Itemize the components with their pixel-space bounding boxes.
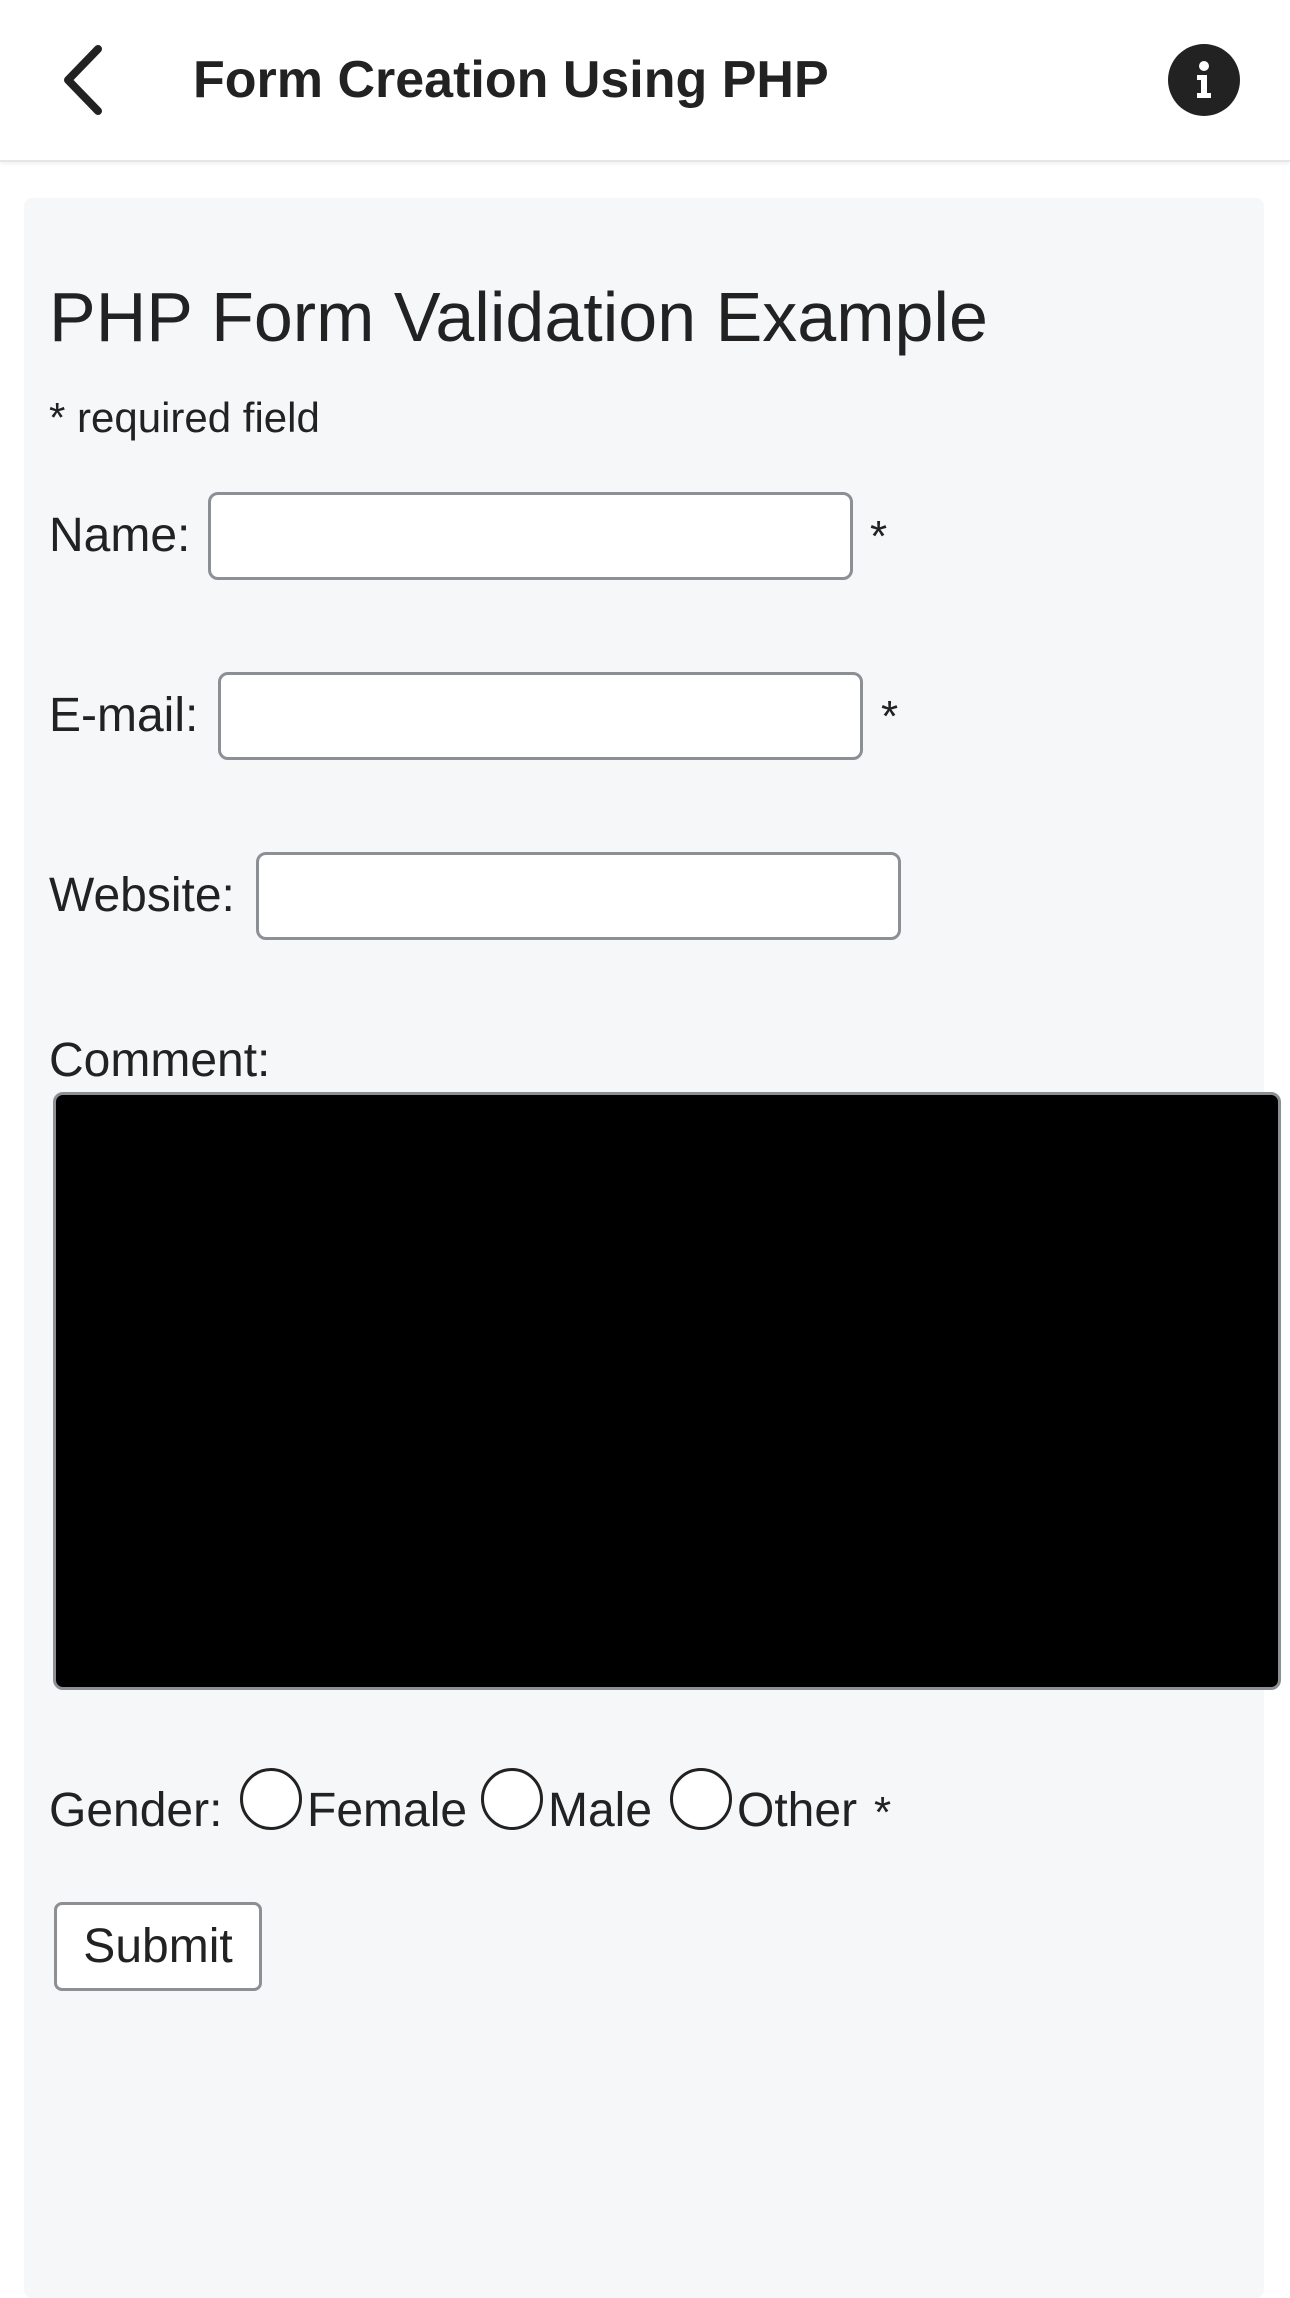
gender-radio-male[interactable] bbox=[481, 1768, 543, 1830]
website-label: Website: bbox=[49, 869, 235, 922]
email-required-marker: * bbox=[881, 692, 899, 741]
comment-textarea[interactable] bbox=[53, 1092, 1281, 1690]
app-bar: Form Creation Using PHP bbox=[0, 0, 1290, 162]
chevron-left-icon bbox=[64, 45, 102, 115]
submit-button[interactable]: Submit bbox=[54, 1902, 262, 1991]
back-button[interactable] bbox=[50, 40, 114, 120]
app-title: Form Creation Using PHP bbox=[193, 51, 829, 109]
gender-option-female: Female bbox=[307, 1784, 468, 1837]
gender-option-other: Other bbox=[737, 1784, 858, 1837]
required-field-note: * required field bbox=[49, 394, 320, 441]
info-icon bbox=[1197, 61, 1211, 98]
info-button[interactable] bbox=[1168, 44, 1240, 116]
email-label: E-mail: bbox=[49, 689, 199, 742]
gender-required-marker: * bbox=[874, 1788, 892, 1837]
gender-radio-other[interactable] bbox=[670, 1768, 732, 1830]
email-input[interactable] bbox=[218, 672, 863, 760]
page-heading: PHP Form Validation Example bbox=[49, 278, 988, 356]
name-input[interactable] bbox=[208, 492, 853, 580]
name-required-marker: * bbox=[870, 512, 888, 561]
gender-radio-female[interactable] bbox=[240, 1768, 302, 1830]
gender-option-male: Male bbox=[548, 1784, 653, 1837]
comment-label: Comment: bbox=[49, 1034, 271, 1087]
website-input[interactable] bbox=[256, 852, 901, 940]
gender-label: Gender: bbox=[49, 1784, 223, 1837]
name-label: Name: bbox=[49, 509, 191, 562]
